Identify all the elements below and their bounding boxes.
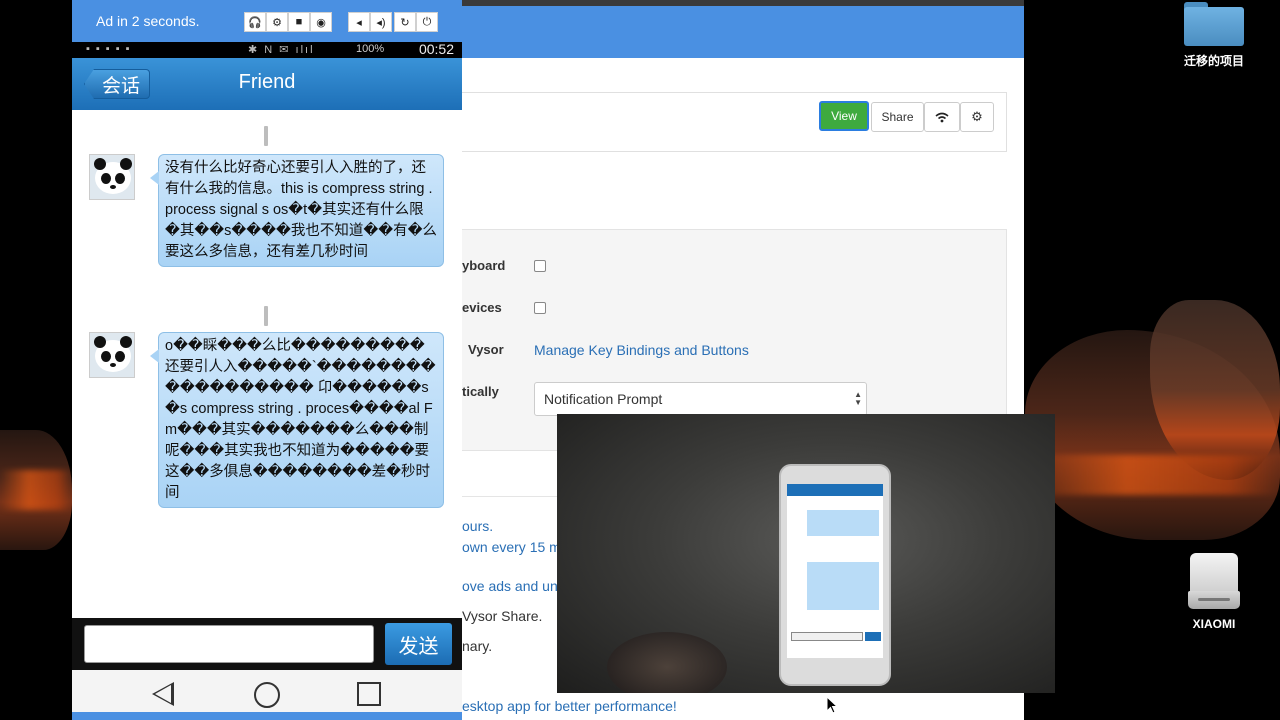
ad-toolbar-group: ↻ ⏻ <box>394 12 438 32</box>
status-time: 00:52 <box>418 41 454 57</box>
message-bubble[interactable]: 没有什么比好奇心还要引人入胜的了，还有什么我的信息。this is compre… <box>150 154 444 267</box>
phone-mirror-window: Ad in 2 seconds. 🎧 ⚙ ■ ◉ ◂ ◂) ↻ ⏻ ▪▪▪▪▪ … <box>72 0 462 720</box>
folder-icon <box>1184 2 1244 46</box>
headphones-icon[interactable]: 🎧 <box>244 12 266 32</box>
message-separator <box>264 306 268 326</box>
power-icon[interactable]: ⏻ <box>416 12 438 32</box>
desktop-app-link[interactable]: esktop app for better performance! <box>462 698 677 714</box>
webcam-overlay <box>557 414 1055 693</box>
send-button[interactable]: 发送 <box>385 623 452 665</box>
devices-checkbox[interactable] <box>534 302 546 314</box>
android-nav-bar <box>72 670 462 712</box>
camera-hand-image <box>607 632 727 693</box>
drive-icon <box>1188 553 1240 611</box>
camera-icon[interactable]: ◉ <box>310 12 332 32</box>
wifi-icon <box>935 112 949 122</box>
camera-video-icon[interactable]: ■ <box>288 12 310 32</box>
chat-title: Friend <box>238 71 296 93</box>
wifi-button[interactable] <box>924 102 960 132</box>
setting-label-devices: evices <box>462 300 502 315</box>
avatar[interactable] <box>89 154 135 200</box>
ad-toolbar-group: 🎧 ⚙ ■ ◉ <box>244 12 332 32</box>
share-button[interactable]: Share <box>871 102 924 132</box>
info-line: Vysor Share. <box>462 608 543 624</box>
ad-countdown-text: Ad in 2 seconds. <box>96 13 200 29</box>
message-input[interactable] <box>84 625 374 663</box>
manage-key-bindings-link[interactable]: Manage Key Bindings and Buttons <box>534 342 749 358</box>
info-line: ours. <box>462 518 494 534</box>
setting-label-automatically: tically <box>462 384 499 399</box>
info-line: nary. <box>462 638 493 654</box>
notification-select[interactable]: Notification Prompt ▲ ▼ <box>534 382 867 416</box>
info-line: own every 15 m <box>462 539 561 555</box>
battery-level: 100% <box>356 43 385 55</box>
volume-up-icon[interactable]: ◂) <box>370 12 392 32</box>
notification-select-value: Notification Prompt <box>544 391 663 407</box>
desktop-drive[interactable]: XIAOMI <box>1164 553 1264 631</box>
desktop-folder-label: 迁移的项目 <box>1183 54 1244 68</box>
vysor-ad-bar: Ad in 2 seconds. 🎧 ⚙ ■ ◉ ◂ ◂) ↻ ⏻ <box>72 0 462 42</box>
chat-input-bar: 发送 <box>72 618 462 670</box>
wallpaper-lava <box>1025 455 1280 495</box>
setting-label-keyboard: yboard <box>462 258 506 273</box>
recent-apps-square-icon[interactable] <box>357 682 381 706</box>
ad-toolbar-group: ◂ ◂) <box>348 12 392 32</box>
notification-icons: ▪▪▪▪▪ <box>86 43 136 55</box>
keyboard-checkbox[interactable] <box>534 260 546 272</box>
android-status-bar: ▪▪▪▪▪ ✱ N ✉ ılıl 100% 00:52 <box>72 41 462 58</box>
select-arrows-icon: ▲ ▼ <box>854 390 862 407</box>
back-triangle-icon[interactable] <box>152 682 174 706</box>
mouse-cursor-icon <box>826 695 839 719</box>
wallpaper-lava <box>0 470 72 510</box>
chat-header: 会话 Friend <box>72 58 462 110</box>
info-line[interactable]: ove ads and unl <box>462 578 561 594</box>
signal-icons: ✱ N ✉ ılıl <box>248 44 315 56</box>
app-navbar <box>462 6 1024 58</box>
volume-down-icon[interactable]: ◂ <box>348 12 370 32</box>
desktop-folder[interactable]: 迁移的项目 <box>1164 2 1264 69</box>
settings-gear-button[interactable]: ⚙ <box>960 102 994 132</box>
message-separator <box>264 126 268 146</box>
home-circle-icon[interactable] <box>254 682 280 708</box>
camera-phone-image <box>779 464 891 686</box>
message-bubble[interactable]: o��睬���么比���������还要引人入�����`�����������… <box>150 332 444 508</box>
avatar[interactable] <box>89 332 135 378</box>
window-bottom-strip <box>72 712 462 720</box>
view-button[interactable]: View <box>819 101 869 131</box>
gear-icon: ⚙ <box>971 109 983 124</box>
chat-message-list[interactable]: 没有什么比好奇心还要引人入胜的了，还有什么我的信息。this is compre… <box>72 110 462 618</box>
setting-label-vysor: Vysor <box>468 342 504 357</box>
refresh-icon[interactable]: ↻ <box>394 12 416 32</box>
desktop-drive-label: XIAOMI <box>1192 617 1236 631</box>
gear-icon[interactable]: ⚙ <box>266 12 288 32</box>
